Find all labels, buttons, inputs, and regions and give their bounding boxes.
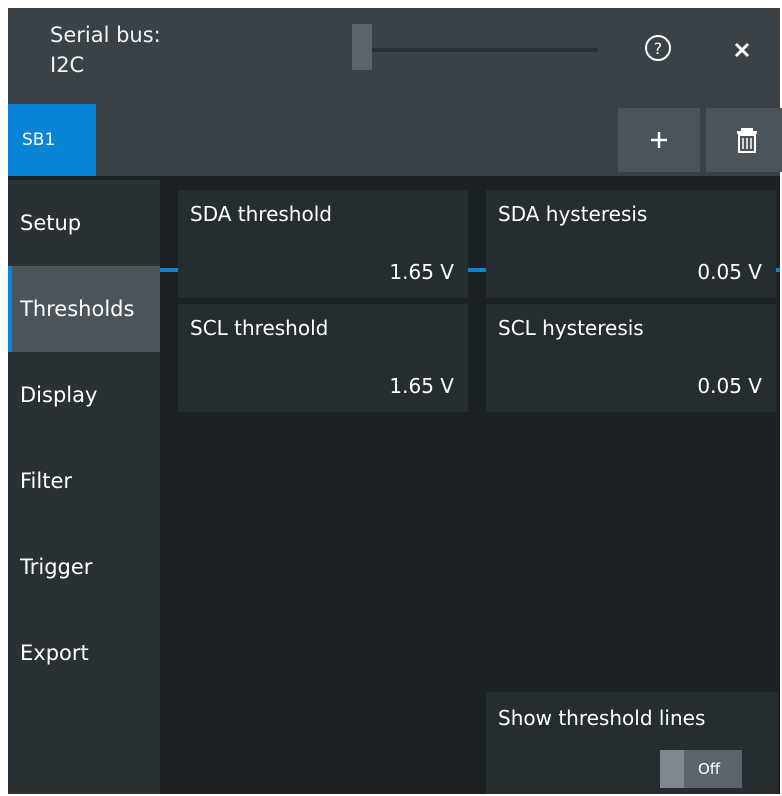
dialog-title-line1: Serial bus: [50, 23, 161, 47]
help-icon[interactable]: ? [644, 34, 672, 62]
scl-threshold-field[interactable]: SCL threshold 1.65 V [178, 304, 468, 412]
tab-bar: SB1 [8, 104, 782, 272]
scl-hysteresis-field[interactable]: SCL hysteresis 0.05 V [486, 304, 776, 412]
show-threshold-lines-control: Show threshold lines Off [486, 692, 778, 794]
sda-hysteresis-label: SDA hysteresis [498, 202, 648, 226]
sidebar-item-export[interactable]: Export [8, 610, 160, 696]
show-threshold-lines-label: Show threshold lines [498, 706, 706, 730]
sidebar-item-filter[interactable]: Filter [8, 438, 160, 524]
active-indicator [8, 266, 12, 352]
scl-hysteresis-value: 0.05 V [697, 374, 762, 398]
sidebar: Setup Thresholds Display Filter Trigger … [8, 180, 160, 794]
sidebar-item-trigger[interactable]: Trigger [8, 524, 160, 610]
sidebar-item-thresholds[interactable]: Thresholds [8, 266, 160, 352]
scl-threshold-value: 1.65 V [389, 374, 454, 398]
delete-bus-button[interactable] [706, 108, 782, 172]
serial-bus-dialog: Serial bus: I2C ? SB1 Setup Thresholds D… [8, 8, 782, 794]
sda-threshold-label: SDA threshold [190, 202, 332, 226]
sidebar-item-label: Thresholds [20, 297, 135, 321]
add-bus-button[interactable] [618, 108, 700, 172]
tab-sb1[interactable]: SB1 [8, 104, 96, 176]
sda-hysteresis-value: 0.05 V [697, 260, 762, 284]
sda-threshold-field[interactable]: SDA threshold 1.65 V [178, 190, 468, 298]
dialog-header: Serial bus: I2C ? [8, 8, 780, 104]
sda-threshold-value: 1.65 V [389, 260, 454, 284]
show-threshold-lines-toggle[interactable]: Off [660, 750, 742, 788]
toggle-knob [660, 750, 684, 788]
close-icon[interactable] [728, 36, 756, 64]
sidebar-item-setup[interactable]: Setup [8, 180, 160, 266]
svg-text:?: ? [654, 39, 663, 58]
scl-threshold-label: SCL threshold [190, 316, 329, 340]
sda-hysteresis-field[interactable]: SDA hysteresis 0.05 V [486, 190, 776, 298]
dialog-slider-handle[interactable] [352, 24, 372, 70]
dialog-title-line2: I2C [50, 53, 85, 77]
sidebar-item-display[interactable]: Display [8, 352, 160, 438]
dialog-title: Serial bus: I2C [50, 20, 161, 80]
dialog-slider-track[interactable] [352, 48, 598, 52]
trash-icon [737, 128, 757, 153]
scl-hysteresis-label: SCL hysteresis [498, 316, 644, 340]
plus-icon [651, 132, 667, 148]
toggle-state: Off [698, 760, 721, 778]
